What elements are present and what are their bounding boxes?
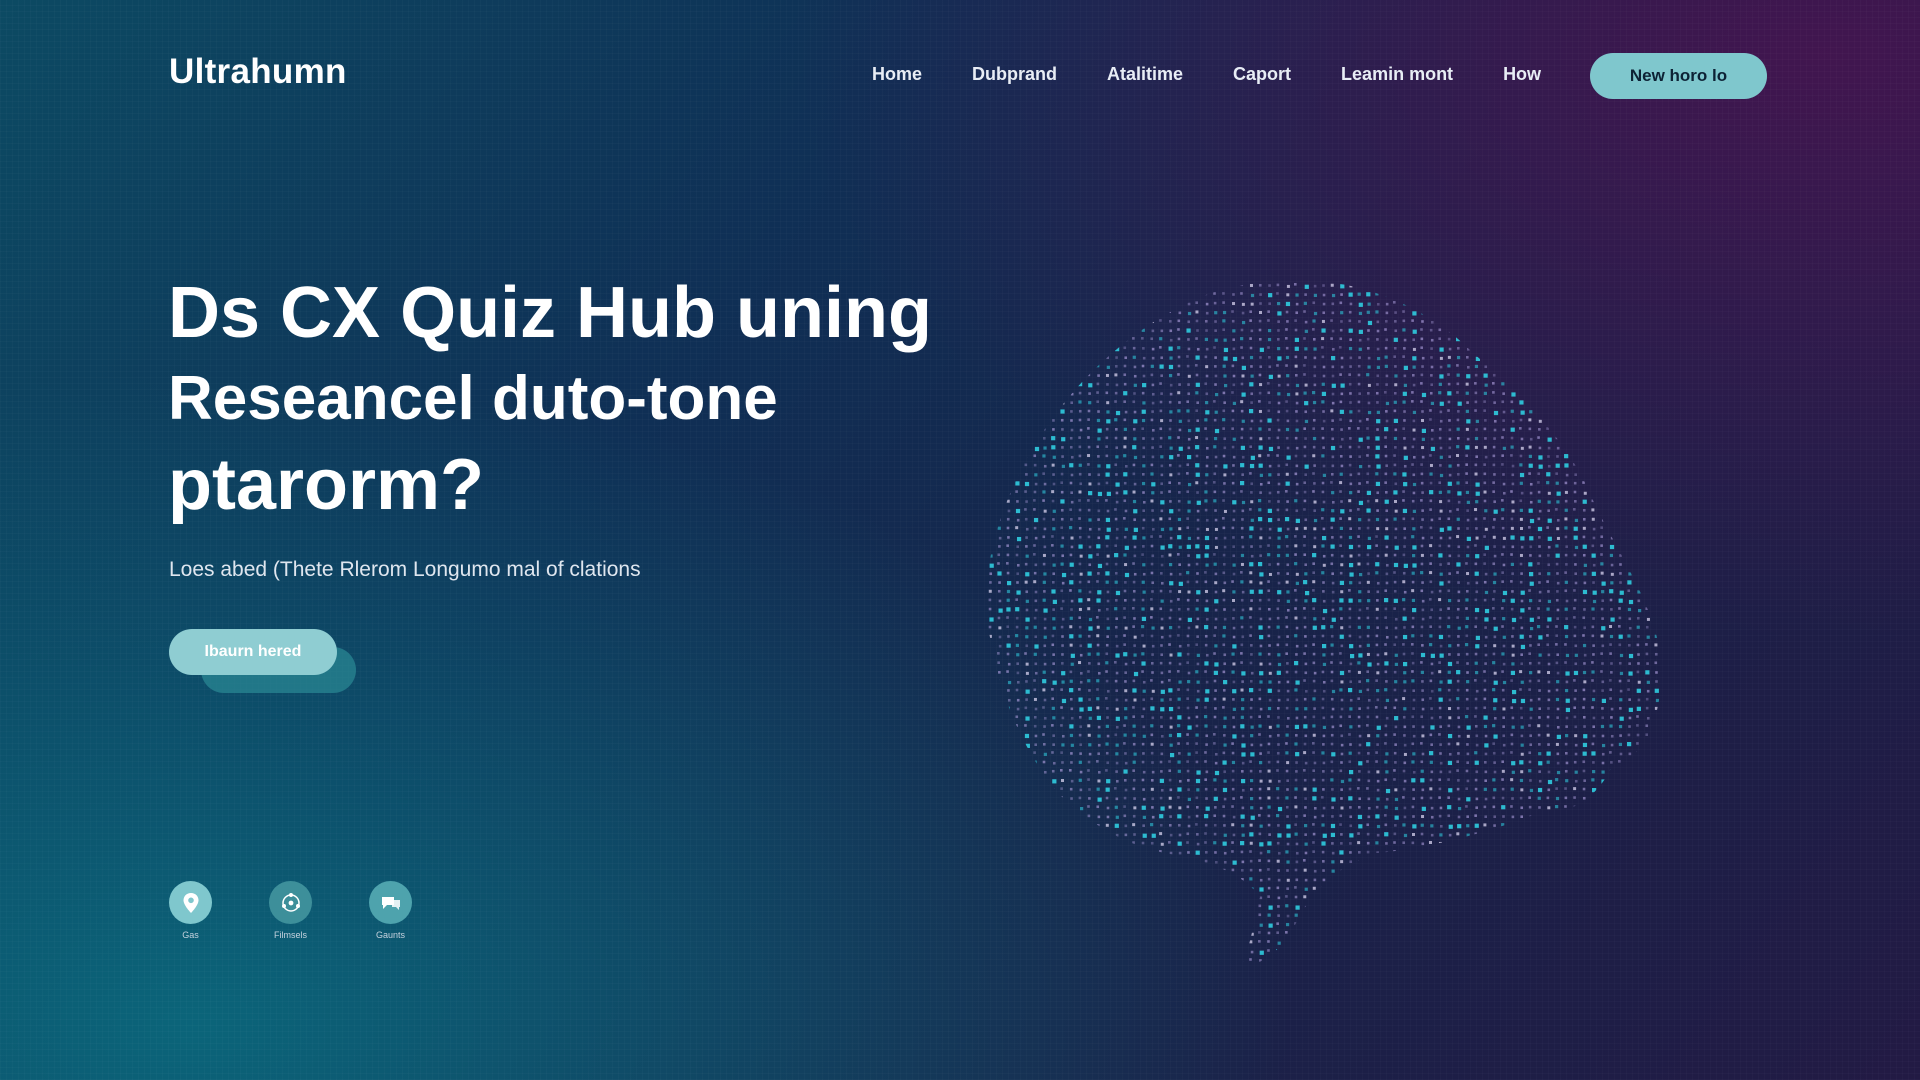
hero-title-line: ptarorm? [168,445,485,525]
feature-item[interactable]: Filmsels [269,881,312,940]
chat-bubble-icon[interactable] [369,881,412,924]
feature-item[interactable]: Gaunts [369,881,412,940]
brain-illustration [988,279,1660,965]
feature-item[interactable]: Gas [169,881,212,940]
nav-item-atalitime[interactable]: Atalitime [1107,64,1183,85]
feature-label: Gas [182,930,199,940]
nav-item-how[interactable]: How [1503,64,1541,85]
main-nav: Home Dubprand Atalitime Caport Leamin mo… [872,64,1541,85]
hero-subtitle: Loes abed (Thete Rlerom Longumo mal of c… [169,558,641,581]
hero-cta-group: Ibaurn hered [169,629,359,695]
brain-dot-matrix [988,279,1660,965]
feature-label: Filmsels [274,930,307,940]
brand-logo[interactable]: Ultrahumn [169,52,347,92]
nav-item-dubprand[interactable]: Dubprand [972,64,1057,85]
header-cta-button[interactable]: New horo lo [1590,53,1767,99]
hero-title-line: Ds CX Quiz Hub uning [168,273,932,353]
feature-icon-row: Gas Filmsels Gaunts [169,881,412,940]
hero-title: Ds CX Quiz Hub uning Reseancel duto-tone… [168,270,988,528]
nav-item-leamin-mont[interactable]: Leamin mont [1341,64,1453,85]
location-pin-icon[interactable] [169,881,212,924]
nav-item-home[interactable]: Home [872,64,922,85]
network-icon[interactable] [269,881,312,924]
feature-label: Gaunts [375,930,406,940]
hero-cta-button[interactable]: Ibaurn hered [169,629,337,675]
hero-title-line: Reseancel duto-tone [168,364,778,433]
nav-item-caport[interactable]: Caport [1233,64,1291,85]
